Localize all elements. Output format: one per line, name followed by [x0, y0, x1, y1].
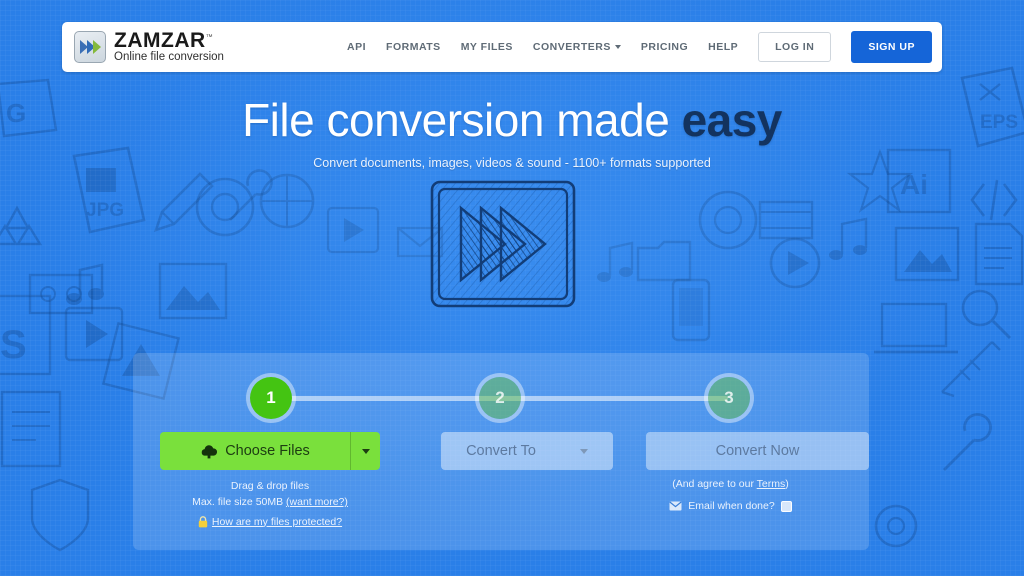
drag-drop-text: Drag & drop files — [230, 480, 310, 492]
doodle-image-frame-icon — [894, 226, 960, 282]
sign-up-button[interactable]: SIGN UP — [851, 31, 932, 63]
files-protected-link[interactable]: How are my files protected? — [212, 514, 342, 530]
doodle-camera-lens-icon — [195, 177, 255, 237]
nav-label: PRICING — [640, 41, 689, 53]
doodle-file-left-icon — [0, 390, 62, 468]
nav-label: MY FILES — [460, 41, 513, 53]
doodle-file-s-icon: S — [0, 294, 52, 376]
doodle-ruler-pencil-icon — [941, 341, 1001, 398]
zamzar-homepage: G S JPG EPS Ai ZAMZAR™ Online file conve… — [0, 0, 1024, 576]
max-size-row: Max. file size 50MB (want more?) — [160, 494, 380, 510]
email-when-done-checkbox[interactable] — [780, 500, 792, 512]
doodle-wrench-icon — [229, 169, 273, 221]
max-size-text: Max. file size 50MB — [192, 496, 287, 509]
agree-prefix: (And agree to our — [672, 478, 757, 490]
chevron-down-icon — [361, 448, 370, 454]
svg-text:JPG: JPG — [86, 200, 124, 221]
double-chevron-icon — [74, 31, 106, 63]
nav-item-my-files[interactable]: MY FILES — [461, 41, 513, 53]
nav-label: CONVERTERS — [532, 41, 611, 53]
upload-microcopy: Drag & drop files Max. file size 50MB (w… — [160, 478, 380, 530]
nav-item-help[interactable]: HELP — [708, 41, 738, 53]
svg-text:S: S — [0, 323, 27, 367]
step-number: 3 — [724, 388, 734, 407]
doodle-laptop-icon — [874, 302, 958, 354]
logo[interactable]: ZAMZAR™ Online file conversion — [74, 30, 224, 64]
doodle-phone-icon — [671, 278, 711, 342]
nav-label: API — [347, 41, 367, 53]
convert-microcopy: (And agree to our Terms) Email when done… — [619, 476, 842, 515]
brand-name: ZAMZAR — [114, 29, 206, 53]
hero-title-bold: easy — [681, 94, 783, 146]
convert-now-label: Convert Now — [715, 443, 800, 459]
nav-item-converters[interactable]: CONVERTERS — [533, 41, 621, 53]
doodle-music-note-3-icon — [829, 217, 868, 260]
doodle-code-tag-icon — [970, 179, 1018, 221]
log-in-button[interactable]: LOG IN — [758, 32, 832, 62]
doodle-cassette-icon — [28, 273, 94, 315]
doodle-pencil-icon — [153, 172, 214, 233]
choose-files-main[interactable]: Choose Files — [160, 432, 350, 470]
doodle-play-box-icon — [64, 306, 124, 362]
convert-to-label: Convert To — [466, 443, 536, 459]
action-buttons-row: Choose Files Convert To Convert Now — [160, 432, 869, 470]
convert-to-dropdown[interactable]: Convert To — [441, 432, 613, 470]
terms-row: (And agree to our Terms) — [619, 476, 842, 492]
doodle-document-icon — [974, 222, 1024, 286]
choose-files-dropdown-toggle[interactable] — [350, 432, 380, 470]
doodle-recycle-icon — [0, 205, 43, 246]
site-header: ZAMZAR™ Online file conversion API FORMA… — [62, 22, 942, 72]
page-title: File conversion made easy — [0, 96, 1024, 144]
hero-title-normal: File conversion made — [242, 94, 682, 146]
nav-label: HELP — [708, 41, 739, 53]
doodle-music-note-icon — [66, 263, 104, 305]
doodle-camera-lens-2-icon — [698, 190, 758, 250]
conversion-panel: 1 2 3 Choose Files Convert To Convert No… — [133, 353, 869, 550]
email-when-done-row[interactable]: Email when done? — [619, 498, 842, 514]
nav-item-api[interactable]: API — [347, 41, 366, 53]
doodle-photo-frame-icon — [158, 262, 228, 320]
chevron-down-icon — [579, 448, 588, 454]
step-1[interactable]: 1 — [250, 377, 292, 419]
envelope-icon — [669, 501, 682, 511]
step-2[interactable]: 2 — [479, 377, 521, 419]
choose-files-button[interactable]: Choose Files — [160, 432, 380, 470]
files-protected-row[interactable]: How are my files protected? — [160, 514, 380, 530]
email-when-done-label: Email when done? — [688, 500, 775, 513]
upload-cloud-icon — [201, 444, 218, 458]
doodle-music-note-2-icon — [597, 241, 634, 282]
doodle-folder-icon — [636, 240, 692, 282]
stepper: 1 2 3 — [250, 377, 750, 419]
doodle-circle-grid-icon — [259, 173, 315, 229]
doodle-wrench-2-icon — [943, 413, 992, 471]
doodle-magnifier-icon — [961, 289, 1012, 340]
doodle-shield-icon — [30, 478, 90, 552]
brand-tagline: Online file conversion — [114, 51, 224, 64]
nav-item-formats[interactable]: FORMATS — [386, 41, 441, 53]
doodle-play-small-icon — [326, 206, 380, 254]
lock-icon — [198, 515, 208, 528]
chevron-down-icon — [614, 45, 621, 49]
convert-now-button[interactable]: Convert Now — [646, 432, 869, 470]
nav-label: FORMATS — [386, 41, 441, 53]
doodle-film-icon — [758, 200, 814, 240]
main-nav: API FORMATS MY FILES CONVERTERS PRICING … — [347, 31, 942, 63]
want-more-link[interactable]: (want more?) — [286, 496, 348, 508]
terms-link[interactable]: Terms — [757, 478, 786, 490]
sketch-play-convert-icon — [428, 178, 578, 315]
hero-subtitle: Convert documents, images, videos & soun… — [313, 156, 711, 171]
agree-suffix: ) — [785, 478, 789, 490]
choose-files-label: Choose Files — [225, 443, 310, 459]
trademark-mark: ™ — [205, 34, 214, 42]
nav-item-pricing[interactable]: PRICING — [641, 41, 688, 53]
step-number: 1 — [266, 388, 276, 407]
svg-text:Ai: Ai — [900, 169, 928, 200]
step-number: 2 — [495, 388, 505, 407]
hero-section: File conversion made easy Convert docume… — [0, 96, 1024, 170]
doodle-play-circle-icon — [769, 237, 821, 289]
step-3[interactable]: 3 — [708, 377, 750, 419]
